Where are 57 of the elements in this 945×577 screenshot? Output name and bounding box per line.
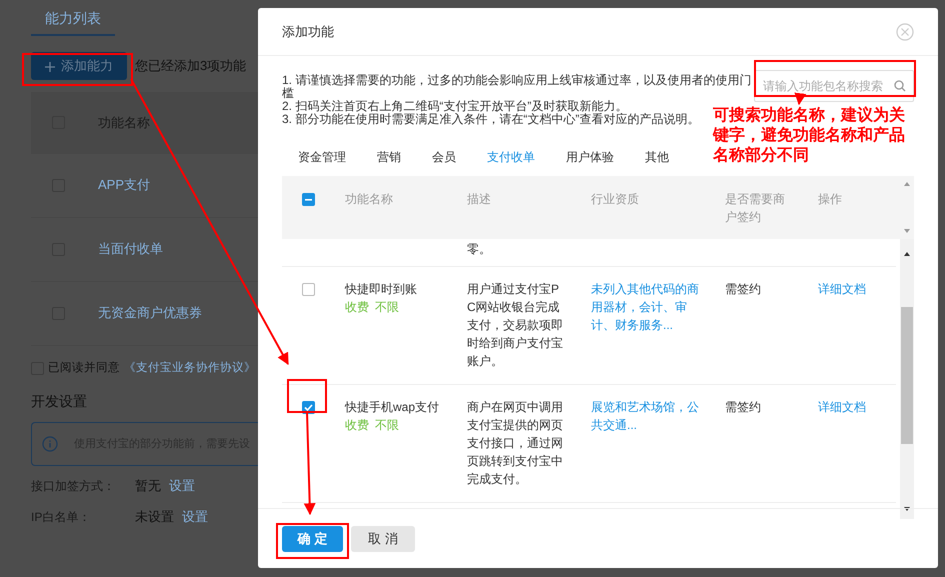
tab[interactable]: 营销 — [377, 140, 401, 174]
instruction-text: 1. 请谨慎选择需要的功能，过多的功能会影响应用上线审核通过率，以及使用者的使用门槛 — [282, 74, 752, 100]
search-field[interactable]: 请输入功能包名称搜索 — [754, 70, 914, 102]
minus-icon — [305, 198, 312, 200]
tab[interactable]: 资金管理 — [298, 140, 346, 174]
search-icon — [894, 80, 906, 92]
signing-text: 需签约 — [725, 282, 761, 296]
instruction-text: 2. 扫码关注首页右上角二维码“支付宝开放平台”及时获取新能力。 — [282, 100, 628, 113]
document-link[interactable]: 详细文档 — [818, 282, 866, 296]
function-link[interactable]: 无资金商户优惠券 — [98, 303, 202, 323]
agreement-link[interactable]: 《支付宝业务协作协议》 — [124, 360, 256, 377]
column-header: 行业资质 — [591, 192, 639, 206]
signing-text: 需签约 — [725, 400, 761, 414]
highlight-frame — [287, 379, 327, 413]
qualification-link[interactable]: 未列入其他代码的商用器材，会计、审计、财务服务... — [591, 280, 707, 334]
instruction-text: 3. 部分功能在使用时需要满足准入条件，请在“文档中心”查看对应的产品说明。 — [282, 113, 700, 126]
annotation-note: 可搜索功能名称，建议为关键字，避免功能名称和产品名称部分不同 — [713, 105, 906, 165]
column-header: 操作 — [818, 192, 842, 206]
column-header: 描述 — [467, 192, 491, 206]
tab[interactable]: 能力列表 — [31, 0, 115, 36]
add-button[interactable]: 添加能力 — [31, 52, 127, 80]
function-name: 快捷即时到账 — [345, 281, 418, 298]
info-icon — [42, 436, 58, 452]
function-name: 快捷手机wap支付 — [345, 399, 440, 416]
tag: 不限 — [375, 418, 399, 432]
setting-value: 暂无 — [135, 476, 161, 495]
document-link[interactable]: 详细文档 — [818, 400, 866, 414]
tab[interactable]: 支付收单 — [487, 140, 535, 174]
cancel-button[interactable]: 取 消 — [351, 526, 415, 552]
setting-link[interactable]: 设置 — [182, 507, 208, 527]
plus-icon — [45, 62, 55, 72]
description-text: 用户通过支付宝PC网站收银台完成支付，交易款项即时给到商户支付宝账户。 — [467, 281, 564, 370]
setting-link[interactable]: 设置 — [169, 476, 195, 496]
setting-value: 未设置 — [135, 508, 174, 526]
tag: 不限 — [375, 300, 399, 314]
tag: 收费 — [345, 418, 369, 432]
description-text: 商户在网页中调用支付宝提供的网页支付接口，通过网页跳转到支付宝中完成支付。 — [467, 399, 564, 488]
added-count: 您已经添加3项功能 — [135, 57, 246, 75]
check-icon — [304, 404, 313, 411]
function-link[interactable]: APP支付 — [98, 175, 150, 195]
column-header: 是否需要商户签约 — [725, 191, 786, 226]
section-title: 开发设置 — [31, 392, 88, 411]
select-all-checkbox[interactable] — [302, 193, 315, 206]
arrow — [794, 92, 806, 106]
agreement-label: 已阅读并同意 — [48, 360, 120, 376]
close-icon[interactable] — [896, 22, 914, 40]
dialog-title: 添加功能 — [282, 22, 334, 41]
function-link[interactable]: 当面付收单 — [98, 239, 163, 259]
tab[interactable]: 用户体验 — [566, 140, 614, 174]
description-text: 零。 — [467, 242, 491, 256]
qualification-link[interactable]: 展览和艺术场馆，公共交通... — [591, 398, 707, 434]
column-header: 功能名称 — [345, 192, 393, 206]
tab[interactable]: 会员 — [432, 140, 456, 174]
confirm-button[interactable]: 确 定 — [282, 526, 343, 552]
tag: 收费 — [345, 300, 369, 314]
tab[interactable]: 其他 — [645, 140, 669, 174]
checkbox[interactable] — [302, 283, 315, 296]
